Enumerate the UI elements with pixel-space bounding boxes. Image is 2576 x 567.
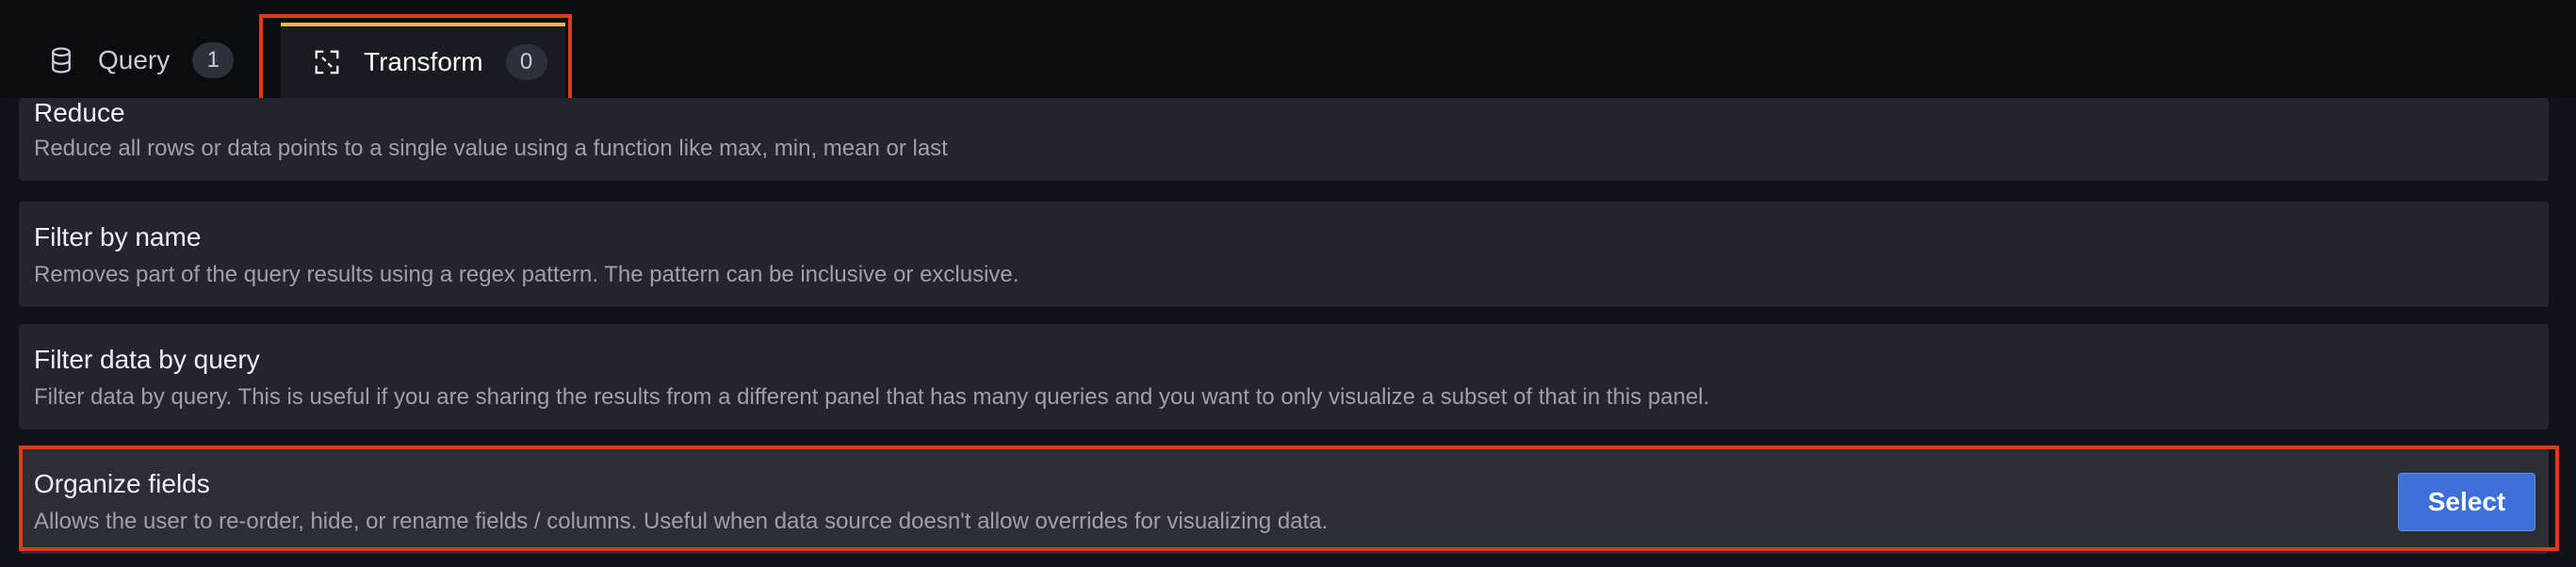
card-title: Reduce [34,98,125,127]
transformation-card-reduce[interactable]: Reduce Reduce all rows or data points to… [19,98,2549,181]
transformation-card-filter-data-by-query[interactable]: Filter data by query Filter data by quer… [19,324,2549,429]
transformation-card-filter-by-name[interactable]: Filter by name Removes part of the query… [19,202,2549,307]
tab-query-label: Query [98,45,171,74]
tab-transform[interactable]: Transform 0 [281,23,565,98]
tab-bar: Query 1 Transform 0 [0,0,2576,98]
select-button[interactable]: Select [2398,473,2535,531]
transformation-list: Reduce Reduce all rows or data points to… [0,98,2576,567]
card-description: Filter data by query. This is useful if … [34,384,1710,410]
tab-transform-label: Transform [364,47,483,76]
card-description: Removes part of the query results using … [34,262,1019,287]
tab-query[interactable]: Query 1 [47,23,235,98]
query-count-badge: 1 [192,42,235,78]
card-title: Organize fields [34,469,210,498]
card-description: Reduce all rows or data points to a sing… [34,136,948,161]
transformation-card-organize-fields[interactable]: Organize fields Allows the user to re-or… [19,448,2549,554]
database-icon [47,46,75,74]
card-description: Allows the user to re-order, hide, or re… [34,509,1329,534]
card-title: Filter data by query [34,345,260,374]
transform-count-badge: 0 [505,44,547,80]
card-title: Filter by name [34,222,202,251]
transform-icon [313,48,341,76]
